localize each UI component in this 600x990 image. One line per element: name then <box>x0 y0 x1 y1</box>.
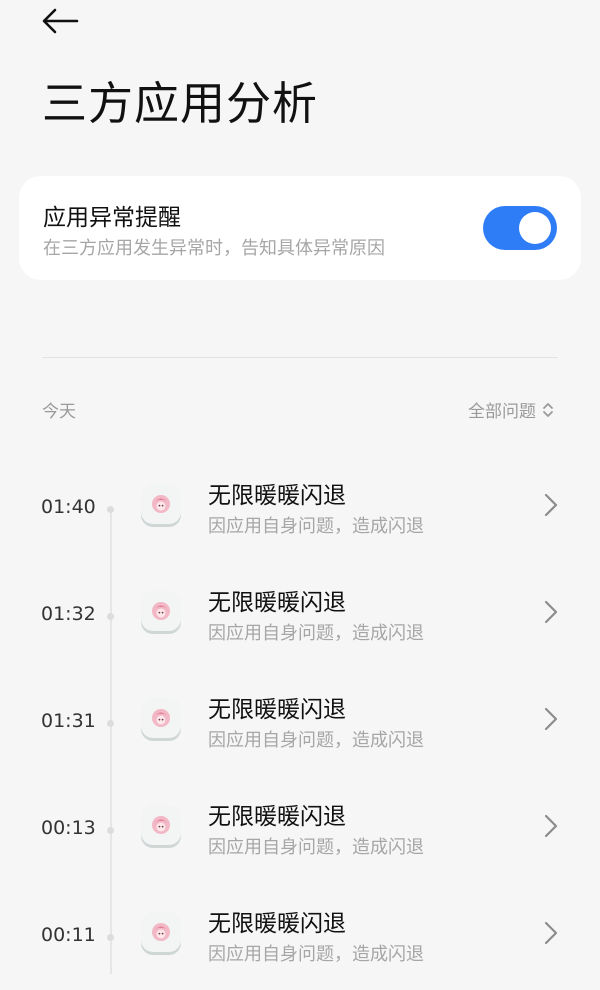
chevron-right-icon <box>544 707 558 731</box>
alert-setting-title: 应用异常提醒 <box>43 205 181 231</box>
app-icon <box>141 912 181 952</box>
chevron-up-down-icon <box>543 402 553 417</box>
toggle-knob <box>519 212 551 244</box>
issue-filter-label: 全部问题 <box>468 402 536 422</box>
issue-app-name: 无限暖暖闪退 <box>208 590 346 616</box>
section-label-today: 今天 <box>42 402 76 422</box>
timeline-dot <box>107 827 114 834</box>
divider <box>42 357 558 358</box>
timeline-dot <box>107 506 114 513</box>
issue-time: 00:13 <box>41 817 96 839</box>
app-icon <box>141 591 181 631</box>
timeline-dot <box>107 613 114 620</box>
issue-app-name: 无限暖暖闪退 <box>208 804 346 830</box>
page-title: 三方应用分析 <box>42 77 319 130</box>
issue-reason: 因应用自身问题，造成闪退 <box>208 837 424 858</box>
issue-time: 01:31 <box>41 710 96 732</box>
issue-reason: 因应用自身问题，造成闪退 <box>208 623 424 644</box>
issue-list-item[interactable]: 01:31 无限暖暖闪退 因应用自身问题，造成闪退 <box>0 676 600 776</box>
timeline-dot <box>107 934 114 941</box>
app-icon <box>141 698 181 738</box>
alert-setting-subtitle: 在三方应用发生异常时，告知具体异常原因 <box>43 238 385 259</box>
issue-filter-dropdown[interactable]: 全部问题 <box>468 397 554 422</box>
issue-reason: 因应用自身问题，造成闪退 <box>208 730 424 751</box>
issue-list-item[interactable]: 01:32 无限暖暖闪退 因应用自身问题，造成闪退 <box>0 569 600 669</box>
chevron-right-icon <box>544 600 558 624</box>
app-icon <box>141 805 181 845</box>
chevron-right-icon <box>544 921 558 945</box>
app-icon <box>141 484 181 524</box>
arrow-left-icon <box>42 8 79 34</box>
timeline-dot <box>107 720 114 727</box>
issue-app-name: 无限暖暖闪退 <box>208 911 346 937</box>
alert-toggle[interactable] <box>483 206 557 250</box>
issue-list-item[interactable]: 01:40 无限暖暖闪退 因应用自身问题，造成闪退 <box>0 462 600 562</box>
issue-list-item[interactable]: 00:11 无限暖暖闪退 因应用自身问题，造成闪退 <box>0 890 600 990</box>
issue-time: 00:11 <box>41 924 96 946</box>
issue-reason: 因应用自身问题，造成闪退 <box>208 516 424 537</box>
issue-time: 01:40 <box>41 496 96 518</box>
chevron-right-icon <box>544 493 558 517</box>
chevron-right-icon <box>544 814 558 838</box>
back-button[interactable] <box>38 4 82 38</box>
issue-time: 01:32 <box>41 603 96 625</box>
issue-reason: 因应用自身问题，造成闪退 <box>208 944 424 965</box>
issue-app-name: 无限暖暖闪退 <box>208 483 346 509</box>
issue-list-item[interactable]: 00:13 无限暖暖闪退 因应用自身问题，造成闪退 <box>0 783 600 883</box>
alert-setting-card: 应用异常提醒 在三方应用发生异常时，告知具体异常原因 <box>19 176 581 280</box>
issue-app-name: 无限暖暖闪退 <box>208 697 346 723</box>
